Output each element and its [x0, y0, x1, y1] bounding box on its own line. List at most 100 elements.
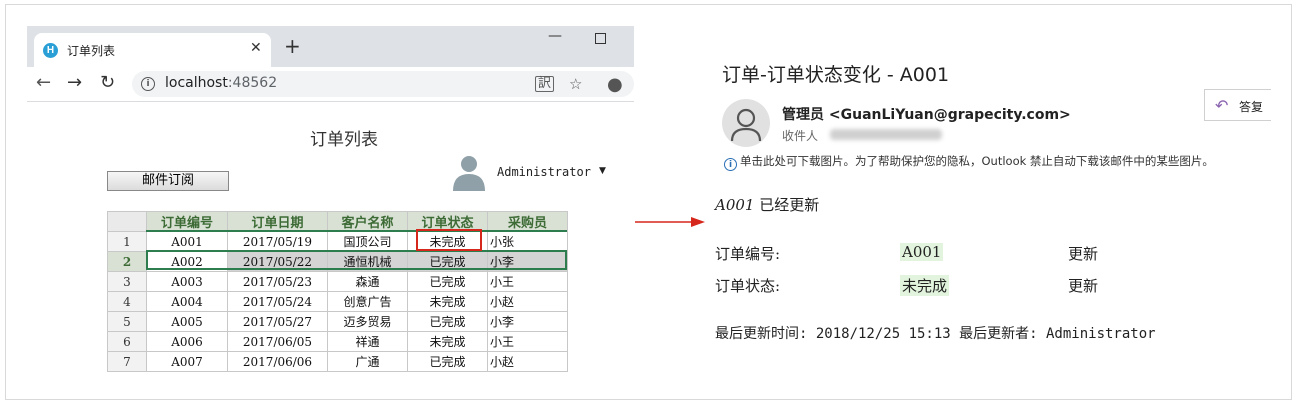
table-cell[interactable]: 森通: [327, 271, 408, 292]
user-avatar-icon: [453, 156, 485, 191]
field-status: 更新: [1068, 245, 1099, 263]
table-row[interactable]: 3 A003 2017/05/23 森通 已完成 小王: [107, 271, 568, 292]
table-cell[interactable]: A007: [146, 351, 228, 372]
user-name[interactable]: Administrator: [497, 165, 591, 179]
table-cell[interactable]: 已完成: [407, 251, 488, 272]
intro-order-id: A001: [715, 196, 755, 214]
table-cell[interactable]: 小赵: [487, 351, 568, 372]
recipient-redacted: [830, 129, 942, 140]
table-header-row: 订单编号 订单日期 客户名称 订单状态 采购员: [107, 211, 568, 232]
table-cell[interactable]: 2017/06/06: [227, 351, 328, 372]
table-cell[interactable]: 祥通: [327, 331, 408, 352]
info-icon: i: [724, 158, 737, 171]
sender-address: <GuanLiYuan@grapecity.com>: [828, 107, 1071, 123]
user-menu-caret-icon[interactable]: ▼: [599, 166, 606, 176]
table-cell[interactable]: A004: [146, 291, 228, 312]
table-cell[interactable]: 未完成: [407, 291, 488, 312]
table-cell[interactable]: 2017/05/27: [227, 311, 328, 332]
field-value: 未完成: [900, 275, 950, 296]
table-cell[interactable]: 2017/05/22: [227, 251, 328, 272]
row-number[interactable]: 3: [107, 271, 147, 292]
new-tab-icon[interactable]: +: [284, 36, 301, 56]
table-cell[interactable]: 已完成: [407, 271, 488, 292]
table-cell[interactable]: 小李: [487, 251, 568, 272]
email-sender[interactable]: 管理员 <GuanLiYuan@grapecity.com>: [782, 104, 1071, 124]
bookmark-star-icon[interactable]: ☆: [569, 75, 582, 93]
table-cell[interactable]: A006: [146, 331, 228, 352]
reply-button[interactable]: ↶ 答复: [1204, 89, 1271, 121]
email-intro: A001 已经更新: [715, 196, 820, 214]
field-label: 订单编号:: [715, 245, 781, 263]
address-bar[interactable]: i localhost:48562 訳 ☆: [132, 71, 634, 97]
table-cell[interactable]: A001: [146, 231, 228, 252]
sender-name: 管理员: [782, 107, 824, 123]
reply-arrow-icon: ↶: [1215, 96, 1229, 115]
email-subject: 订单-订单状态变化 - A001: [722, 64, 950, 86]
maximize-icon[interactable]: [595, 33, 606, 44]
table-cell[interactable]: A002: [146, 251, 228, 272]
table-cell[interactable]: 小张: [487, 231, 568, 252]
field-status: 更新: [1068, 277, 1099, 295]
browser-tab[interactable]: H 订单列表 ✕: [34, 33, 271, 67]
table-row[interactable]: 1 A001 2017/05/19 国顶公司 未完成 小张: [107, 231, 568, 252]
table-corner[interactable]: [107, 211, 147, 232]
table-cell[interactable]: 已完成: [407, 311, 488, 332]
table-row[interactable]: 2 A002 2017/05/22 通恒机械 已完成 小李: [107, 251, 568, 272]
column-header[interactable]: 客户名称: [327, 211, 408, 232]
image-download-notice[interactable]: i 单击此处可下载图片。为了帮助保护您的隐私，Outlook 禁止自动下载该邮件中…: [724, 153, 1214, 171]
reload-icon[interactable]: ↻: [100, 73, 115, 93]
column-header[interactable]: 订单编号: [146, 211, 228, 232]
table-cell[interactable]: 小王: [487, 331, 568, 352]
page-title: 订单列表: [310, 130, 378, 150]
table-cell[interactable]: 2017/05/23: [227, 271, 328, 292]
minimize-icon[interactable]: —: [548, 28, 562, 44]
table-cell[interactable]: 未完成: [407, 331, 488, 352]
column-header[interactable]: 采购员: [487, 211, 568, 232]
table-cell[interactable]: 未完成: [407, 231, 488, 252]
table-row[interactable]: 7 A007 2017/06/06 广通 已完成 小赵: [107, 351, 568, 372]
profile-icon[interactable]: ●: [607, 74, 623, 95]
table-cell[interactable]: 2017/05/24: [227, 291, 328, 312]
browser-toolbar: ← → ↻ i localhost:48562 訳 ☆ ●: [27, 67, 634, 102]
tab-title: 订单列表: [67, 44, 116, 58]
table-row[interactable]: 4 A004 2017/05/24 创意广告 未完成 小赵: [107, 291, 568, 312]
order-table: 订单编号 订单日期 客户名称 订单状态 采购员 1 A001 2017/05/19 国…: [107, 211, 568, 372]
table-cell[interactable]: 广通: [327, 351, 408, 372]
header-underline: [146, 230, 567, 232]
row-number[interactable]: 4: [107, 291, 147, 312]
email-footer: 最后更新时间: 2018/12/25 15:13 最后更新者: Administ…: [715, 326, 1156, 342]
forward-icon[interactable]: →: [67, 73, 82, 93]
arrow-right-icon: [635, 217, 705, 227]
subscribe-button[interactable]: 邮件订阅: [107, 171, 229, 191]
table-cell[interactable]: 已完成: [407, 351, 488, 372]
table-cell[interactable]: A005: [146, 311, 228, 332]
table-cell[interactable]: 创意广告: [327, 291, 408, 312]
table-row[interactable]: 5 A005 2017/05/27 迈多贸易 已完成 小李: [107, 311, 568, 332]
site-info-icon[interactable]: i: [141, 77, 155, 91]
table-cell[interactable]: 小王: [487, 271, 568, 292]
close-tab-icon[interactable]: ✕: [250, 40, 262, 56]
table-cell[interactable]: 小赵: [487, 291, 568, 312]
row-number[interactable]: 5: [107, 311, 147, 332]
table-cell[interactable]: 2017/05/19: [227, 231, 328, 252]
recipient-label: 收件人: [782, 129, 819, 143]
row-number[interactable]: 7: [107, 351, 147, 372]
table-cell[interactable]: 通恒机械: [327, 251, 408, 272]
site-favicon-icon: H: [43, 43, 58, 58]
back-icon[interactable]: ←: [36, 73, 51, 93]
translate-icon[interactable]: 訳: [535, 76, 555, 92]
table-cell[interactable]: 小李: [487, 311, 568, 332]
table-row[interactable]: 6 A006 2017/06/05 祥通 未完成 小王: [107, 331, 568, 352]
row-number[interactable]: 1: [107, 231, 147, 252]
row-number[interactable]: 2: [107, 251, 147, 272]
column-header[interactable]: 订单状态: [407, 211, 488, 232]
table-cell[interactable]: A003: [146, 271, 228, 292]
row-number[interactable]: 6: [107, 331, 147, 352]
table-cell[interactable]: 2017/06/05: [227, 331, 328, 352]
table-cell[interactable]: 迈多贸易: [327, 311, 408, 332]
column-header[interactable]: 订单日期: [227, 211, 328, 232]
tab-strip: H 订单列表 ✕ + —: [27, 26, 634, 67]
sender-avatar-icon: [722, 99, 770, 147]
table-cell[interactable]: 国顶公司: [327, 231, 408, 252]
field-value: A001: [900, 243, 944, 261]
